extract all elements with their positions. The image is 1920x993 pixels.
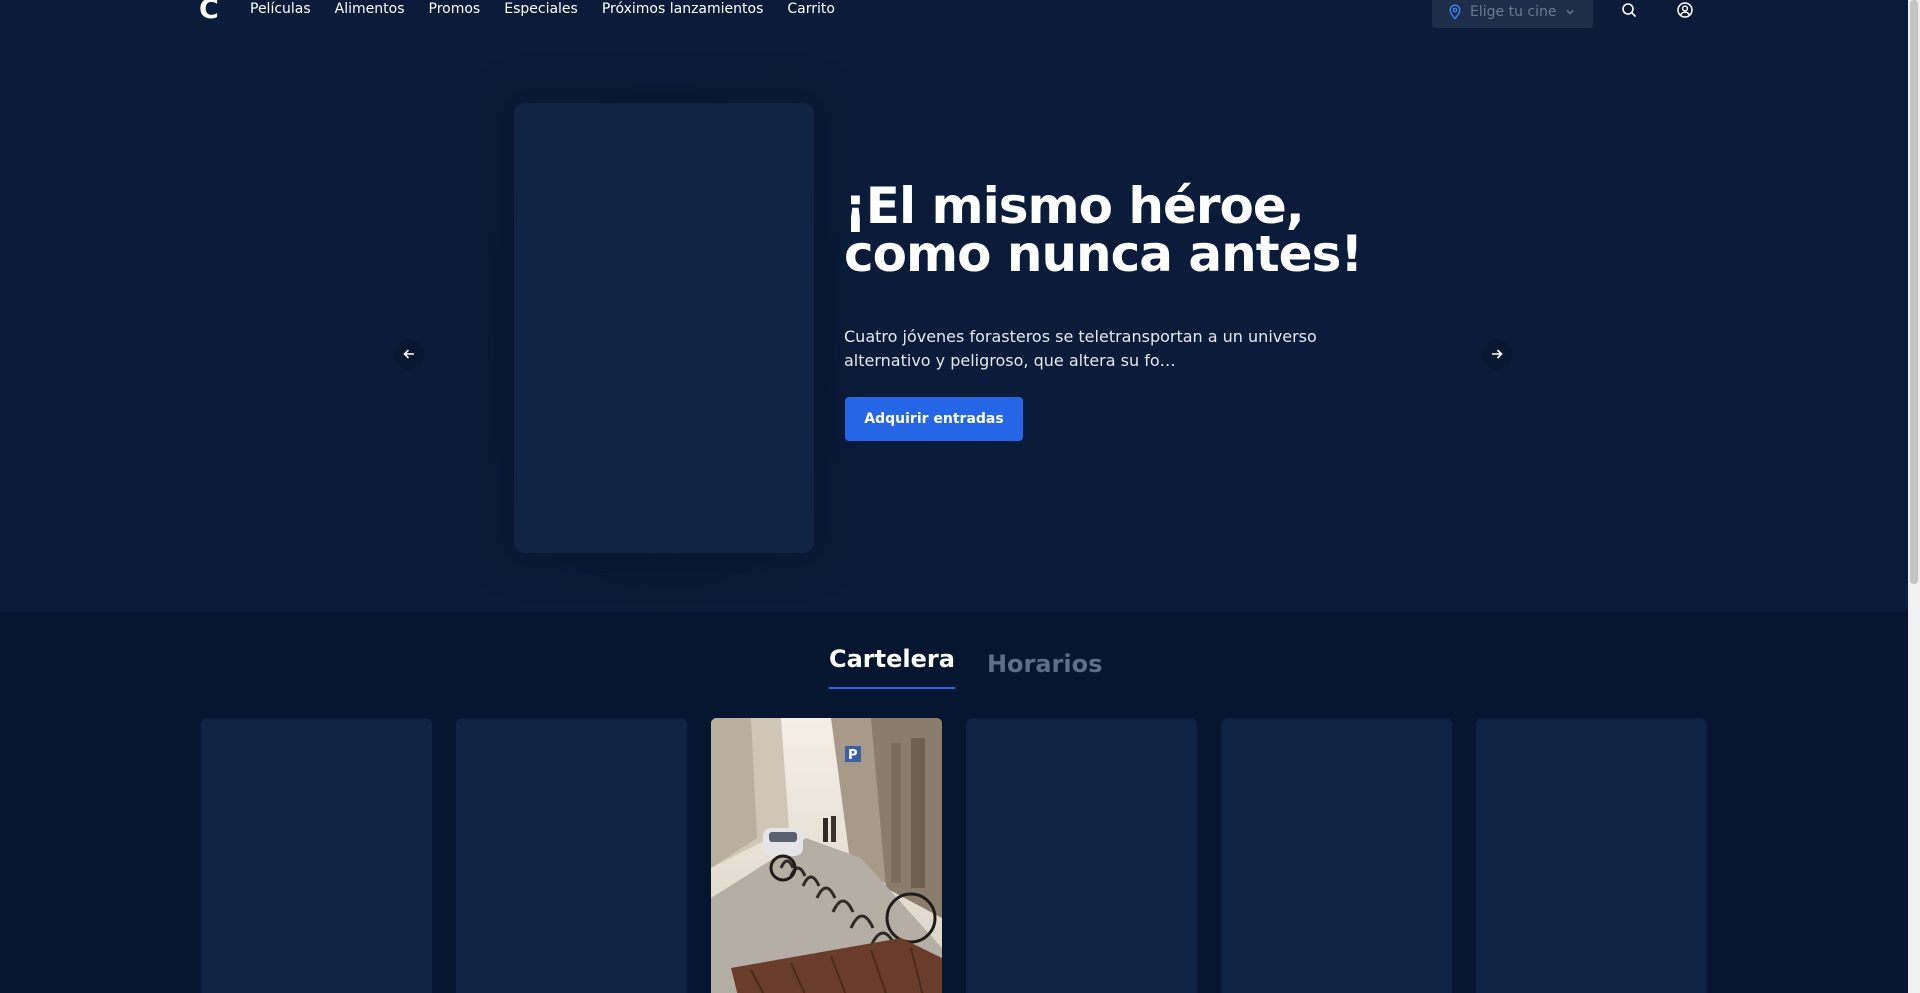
cinema-select-label: Elige tu cine xyxy=(1470,4,1557,20)
tab-horarios[interactable]: Horarios xyxy=(987,649,1102,689)
movie-card[interactable] xyxy=(201,718,432,993)
movie-card[interactable] xyxy=(1476,718,1707,993)
user-icon[interactable] xyxy=(1676,1,1694,19)
carousel-next-button[interactable] xyxy=(1482,340,1512,370)
chevron-down-icon xyxy=(1564,6,1576,18)
nav-item-proximos-lanzamientos[interactable]: Próximos lanzamientos xyxy=(602,0,764,18)
carousel-prev-button[interactable] xyxy=(394,340,424,370)
hero-banner xyxy=(0,28,1908,613)
nav-item-promos[interactable]: Promos xyxy=(429,0,481,18)
scrollbar-thumb[interactable] xyxy=(1910,0,1918,584)
street-bicycles-photo: P xyxy=(711,718,942,993)
movie-card[interactable] xyxy=(966,718,1197,993)
location-pin-icon xyxy=(1448,4,1462,20)
nav-item-especiales[interactable]: Especiales xyxy=(504,0,578,18)
nav-item-carrito[interactable]: Carrito xyxy=(787,0,835,18)
nav-item-alimentos[interactable]: Alimentos xyxy=(335,0,405,18)
tab-cartelera[interactable]: Cartelera xyxy=(829,644,955,689)
top-header: C Películas Alimentos Promos Especiales … xyxy=(0,0,1908,30)
arrow-right-icon xyxy=(1490,346,1504,365)
cinema-select[interactable]: Elige tu cine xyxy=(1432,0,1593,30)
buy-tickets-button[interactable]: Adquirir entradas xyxy=(845,397,1023,441)
search-icon[interactable] xyxy=(1620,1,1638,19)
page-scrollbar[interactable] xyxy=(1908,0,1920,993)
site-logo[interactable]: C xyxy=(199,0,219,24)
movie-grid: P xyxy=(201,718,1707,993)
main-nav: Películas Alimentos Promos Especiales Pr… xyxy=(250,0,859,18)
movie-card[interactable] xyxy=(456,718,687,993)
arrow-left-icon xyxy=(402,346,416,365)
movie-card-poster-image[interactable]: P xyxy=(711,718,942,993)
nav-item-peliculas[interactable]: Películas xyxy=(250,0,311,18)
movie-card[interactable] xyxy=(1221,718,1452,993)
svg-text:P: P xyxy=(848,748,858,763)
movie-tabs: Cartelera Horarios xyxy=(829,644,1102,689)
hero-description: Cuatro jóvenes forasteros se teletranspo… xyxy=(844,327,1317,370)
hero-poster[interactable] xyxy=(514,103,814,553)
hero-title: ¡El mismo héroe, como nunca antes! xyxy=(844,177,1363,283)
